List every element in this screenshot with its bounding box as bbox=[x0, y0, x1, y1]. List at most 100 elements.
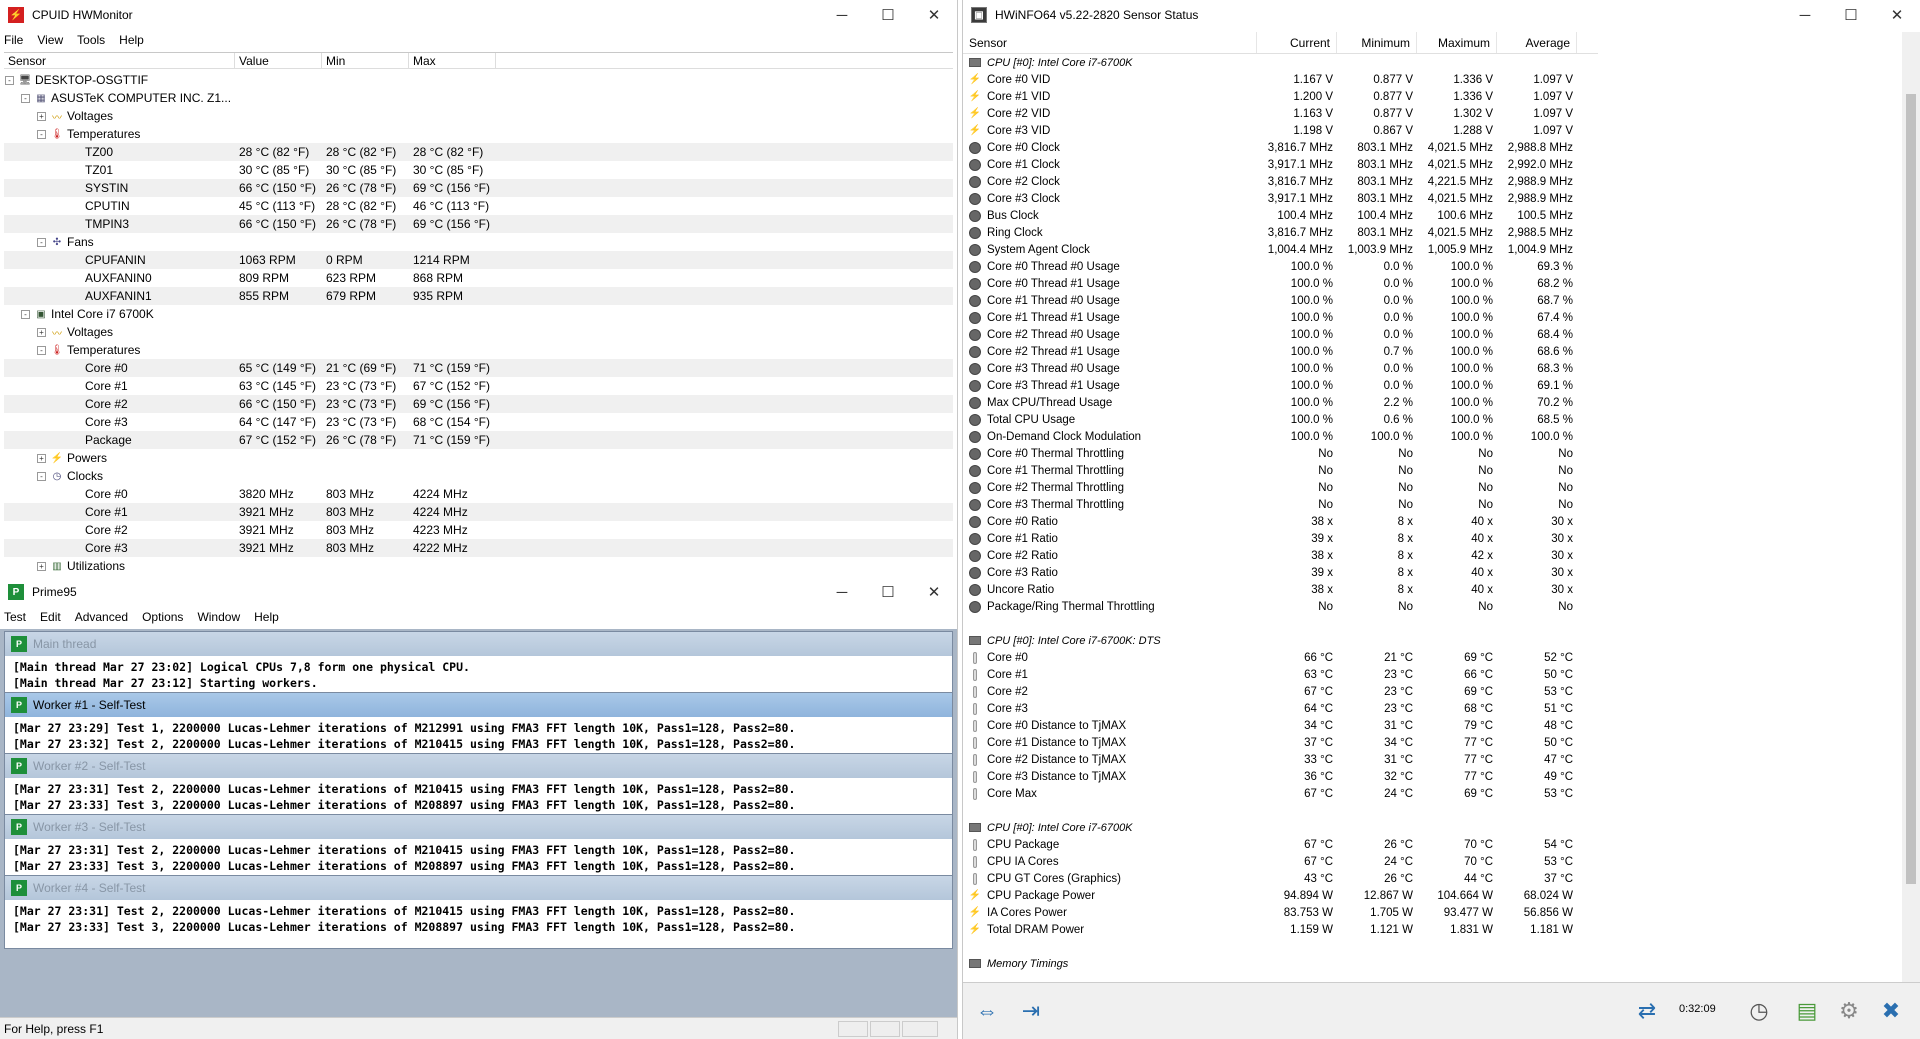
worker-titlebar[interactable]: P Worker #1 - Self-Test bbox=[5, 693, 952, 717]
clock-icon[interactable]: ◷ bbox=[1739, 991, 1779, 1031]
sensor-row[interactable]: Core #1 Thread #0 Usage 100.0 % 0.0 % 100.0… bbox=[963, 292, 1903, 309]
sensor-row[interactable]: Core #1 Clock 3,917.1 MHz 803.1 MHz 4,021.5… bbox=[963, 156, 1903, 173]
column-sensor[interactable]: Sensor bbox=[4, 53, 235, 68]
sensor-row[interactable]: Core #3 Thread #1 Usage 100.0 % 0.0 % 100.0… bbox=[963, 377, 1903, 394]
sensor-row[interactable]: ⚡ Core #2 VID 1.163 V 0.877 V 1.302 V 1.097 V bbox=[963, 105, 1903, 122]
sensor-row[interactable]: Core #0 66 °C 21 °C 69 °C 52 °C bbox=[963, 649, 1903, 666]
minimize-button[interactable]: ─ bbox=[819, 577, 865, 607]
sensor-row[interactable]: Core #3 Thread #0 Usage 100.0 % 0.0 % 100.0… bbox=[963, 360, 1903, 377]
tree-node[interactable]: - ✣ Fans bbox=[4, 233, 953, 251]
sensor-row[interactable]: On-Demand Clock Modulation 100.0 % 100.0 %… bbox=[963, 428, 1903, 445]
tree-node[interactable]: + ▥ Utilizations bbox=[4, 557, 953, 575]
sensor-row[interactable]: Core #2 Clock 3,816.7 MHz 803.1 MHz 4,221.5… bbox=[963, 173, 1903, 190]
sensor-row[interactable]: Core Max 67 °C 24 °C 69 °C 53 °C bbox=[963, 785, 1903, 802]
close-button[interactable]: ✕ bbox=[911, 0, 957, 30]
tree-node[interactable]: + 〰 Voltages bbox=[4, 323, 953, 341]
sensor-group-header[interactable]: Memory Timings bbox=[963, 955, 1903, 972]
tree-node[interactable]: + ⚡ Powers bbox=[4, 449, 953, 467]
sensor-row[interactable]: Core #2 Thread #0 Usage 100.0 % 0.0 % 100.0… bbox=[963, 326, 1903, 343]
sensor-row[interactable]: AUXFANIN0 809 RPM 623 RPM 868 RPM bbox=[4, 269, 953, 287]
maximize-button[interactable]: ☐ bbox=[865, 577, 911, 607]
sensor-row[interactable]: Core #2 66 °C (150 °F) 23 °C (73 °F) 69 °C … bbox=[4, 395, 953, 413]
worker-titlebar[interactable]: P Worker #2 - Self-Test bbox=[5, 754, 952, 778]
tree-node[interactable]: + 〰 Voltages bbox=[4, 107, 953, 125]
sensor-row[interactable]: Core #3 Thermal Throttling No No No No bbox=[963, 496, 1903, 513]
sensor-row[interactable]: Core #0 Clock 3,816.7 MHz 803.1 MHz 4,021.5… bbox=[963, 139, 1903, 156]
menu-window[interactable]: Window bbox=[197, 610, 240, 624]
sensor-row[interactable]: Core #2 3921 MHz 803 MHz 4223 MHz bbox=[4, 521, 953, 539]
sensor-row[interactable]: Core #3 3921 MHz 803 MHz 4222 MHz bbox=[4, 539, 953, 557]
expand-arrows-icon[interactable]: ⇔ bbox=[967, 991, 1007, 1031]
sensor-row[interactable]: ⚡ Total DRAM Power 1.159 W 1.121 W 1.831 W 1.… bbox=[963, 921, 1903, 938]
column-max[interactable]: Max bbox=[409, 53, 496, 68]
column-value[interactable]: Value bbox=[235, 53, 322, 68]
maximize-button[interactable]: ☐ bbox=[865, 0, 911, 30]
sensor-row[interactable]: CPUFANIN 1063 RPM 0 RPM 1214 RPM bbox=[4, 251, 953, 269]
tree-node[interactable]: - 🌡 Temperatures bbox=[4, 341, 953, 359]
sensor-row[interactable]: SYSTIN 66 °C (150 °F) 26 °C (78 °F) 69 °C (… bbox=[4, 179, 953, 197]
worker-titlebar[interactable]: P Worker #4 - Self-Test bbox=[5, 876, 952, 900]
menu-help[interactable]: Help bbox=[119, 33, 144, 47]
tree-node[interactable]: - ▣ Intel Core i7 6700K bbox=[4, 305, 953, 323]
sensor-row[interactable]: Total CPU Usage 100.0 % 0.6 % 100.0 % 68.5 % bbox=[963, 411, 1903, 428]
menu-file[interactable]: File bbox=[4, 33, 23, 47]
collapse-toggle[interactable]: - bbox=[21, 93, 30, 103]
sensor-row[interactable]: CPU IA Cores 67 °C 24 °C 70 °C 53 °C bbox=[963, 853, 1903, 870]
expand-toggle[interactable]: + bbox=[37, 561, 46, 571]
settings-gear-icon[interactable]: ⚙ bbox=[1829, 991, 1869, 1031]
sensor-row[interactable]: Uncore Ratio 38 x 8 x 40 x 30 x bbox=[963, 581, 1903, 598]
sensor-row[interactable]: Core #1 3921 MHz 803 MHz 4224 MHz bbox=[4, 503, 953, 521]
close-sensors-icon[interactable]: ✖ bbox=[1871, 991, 1911, 1031]
sensor-row[interactable]: Core #3 64 °C (147 °F) 23 °C (73 °F) 68 °C … bbox=[4, 413, 953, 431]
column-maximum[interactable]: Maximum bbox=[1417, 32, 1497, 53]
prime95-titlebar[interactable]: P Prime95 ─ ☐ ✕ bbox=[0, 577, 957, 607]
expand-toggle[interactable]: + bbox=[37, 453, 46, 463]
sensor-row[interactable]: Core #0 Distance to TjMAX 34 °C 31 °C 79 °C… bbox=[963, 717, 1903, 734]
column-sensor[interactable]: Sensor bbox=[963, 32, 1257, 53]
collapse-toggle[interactable]: - bbox=[37, 471, 46, 481]
sensor-row[interactable]: CPU Package 67 °C 26 °C 70 °C 54 °C bbox=[963, 836, 1903, 853]
hwmonitor-titlebar[interactable]: ⚡ CPUID HWMonitor ─ ☐ ✕ bbox=[0, 0, 957, 30]
sensor-row[interactable]: CPUTIN 45 °C (113 °F) 28 °C (82 °F) 46 °C (… bbox=[4, 197, 953, 215]
sensor-row[interactable]: Core #1 63 °C 23 °C 66 °C 50 °C bbox=[963, 666, 1903, 683]
sensor-row[interactable]: Core #2 Ratio 38 x 8 x 42 x 30 x bbox=[963, 547, 1903, 564]
sensor-row[interactable]: AUXFANIN1 855 RPM 679 RPM 935 RPM bbox=[4, 287, 953, 305]
collapse-toggle[interactable]: - bbox=[5, 75, 14, 85]
maximize-button[interactable]: ☐ bbox=[1828, 0, 1874, 30]
sensor-row[interactable]: Core #3 Distance to TjMAX 36 °C 32 °C 77 °C… bbox=[963, 768, 1903, 785]
sensor-row[interactable]: Core #1 Thread #1 Usage 100.0 % 0.0 % 100.0… bbox=[963, 309, 1903, 326]
sensor-row[interactable]: Max CPU/Thread Usage 100.0 % 2.2 % 100.0 % 7… bbox=[963, 394, 1903, 411]
menu-test[interactable]: Test bbox=[4, 610, 26, 624]
column-minimum[interactable]: Minimum bbox=[1337, 32, 1417, 53]
network-icon[interactable]: ⇄ bbox=[1627, 991, 1667, 1031]
column-average[interactable]: Average bbox=[1497, 32, 1577, 53]
collapse-toggle[interactable]: - bbox=[21, 309, 30, 319]
sensor-row[interactable]: TZ01 30 °C (85 °F) 30 °C (85 °F) 30 °C (85 … bbox=[4, 161, 953, 179]
sensor-row[interactable]: Core #1 Thermal Throttling No No No No bbox=[963, 462, 1903, 479]
hwinfo-titlebar[interactable]: ▣ HWiNFO64 v5.22-2820 Sensor Status ─ ☐ … bbox=[963, 0, 1920, 30]
collapse-arrows-icon[interactable]: ⇥ bbox=[1011, 991, 1051, 1031]
sensor-group-header[interactable]: CPU [#0]: Intel Core i7-6700K: DTS bbox=[963, 632, 1903, 649]
hwinfo-sensor-list[interactable]: CPU [#0]: Intel Core i7-6700K ⚡ Core #0 VI… bbox=[963, 54, 1903, 982]
sensor-row[interactable]: CPU GT Cores (Graphics) 43 °C 26 °C 44 °C 37… bbox=[963, 870, 1903, 887]
minimize-button[interactable]: ─ bbox=[819, 0, 865, 30]
add-report-icon[interactable]: ▤ bbox=[1787, 991, 1827, 1031]
sensor-row[interactable]: Core #1 63 °C (145 °F) 23 °C (73 °F) 67 °C … bbox=[4, 377, 953, 395]
sensor-row[interactable]: Core #1 Distance to TjMAX 37 °C 34 °C 77 °C… bbox=[963, 734, 1903, 751]
expand-toggle[interactable]: + bbox=[37, 111, 46, 121]
collapse-toggle[interactable]: - bbox=[37, 237, 46, 247]
sensor-row[interactable]: ⚡ Core #1 VID 1.200 V 0.877 V 1.336 V 1.097 V bbox=[963, 88, 1903, 105]
expand-toggle[interactable]: + bbox=[37, 327, 46, 337]
sensor-row[interactable]: Core #2 Distance to TjMAX 33 °C 31 °C 77 °C… bbox=[963, 751, 1903, 768]
menu-help[interactable]: Help bbox=[254, 610, 279, 624]
tree-node[interactable]: - ◷ Clocks bbox=[4, 467, 953, 485]
close-button[interactable]: ✕ bbox=[1874, 0, 1920, 30]
sensor-row[interactable]: Core #3 Ratio 39 x 8 x 40 x 30 x bbox=[963, 564, 1903, 581]
sensor-row[interactable]: Core #2 Thermal Throttling No No No No bbox=[963, 479, 1903, 496]
sensor-row[interactable]: ⚡ Core #3 VID 1.198 V 0.867 V 1.288 V 1.097 V bbox=[963, 122, 1903, 139]
close-button[interactable]: ✕ bbox=[911, 577, 957, 607]
sensor-row[interactable]: ⚡ CPU Package Power 94.894 W 12.867 W 104.66… bbox=[963, 887, 1903, 904]
vertical-scrollbar[interactable] bbox=[1902, 32, 1920, 982]
sensor-row[interactable]: Core #0 3820 MHz 803 MHz 4224 MHz bbox=[4, 485, 953, 503]
column-min[interactable]: Min bbox=[322, 53, 409, 68]
